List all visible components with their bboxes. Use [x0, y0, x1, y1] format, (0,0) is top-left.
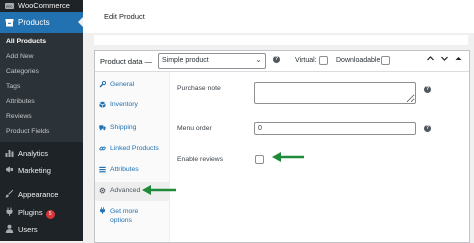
tab-general[interactable]: General: [95, 80, 169, 93]
virtual-label: Virtual:: [295, 57, 317, 64]
menu-analytics-label: Analytics: [18, 149, 49, 158]
menu-users[interactable]: Users: [0, 222, 83, 236]
editor-box-edge: [94, 35, 468, 45]
menu-woocommerce-label: WooCommerce: [18, 1, 70, 10]
truck-icon: [99, 124, 106, 133]
enable-reviews-checkbox[interactable]: [255, 155, 264, 164]
submenu-reviews[interactable]: Reviews: [6, 113, 32, 120]
product-data-header: Product data — Simple product ⌄ ? Virtua…: [95, 51, 469, 72]
menu-plugins[interactable]: Plugins 5: [0, 205, 83, 219]
purchase-note-help-icon[interactable]: ?: [424, 86, 431, 93]
product-data-tabs: General Inventory Shipping Linked Produc…: [95, 72, 170, 242]
get-more-line2: options: [110, 217, 132, 224]
svg-text:woo: woo: [6, 5, 12, 9]
tab-attributes[interactable]: Attributes: [95, 166, 169, 178]
submenu-categories[interactable]: Categories: [6, 68, 39, 75]
menu-order-help-icon[interactable]: ?: [424, 125, 431, 132]
menu-order-label: Menu order: [177, 125, 212, 132]
arrow-annotation-reviews: [272, 152, 304, 162]
menu-products[interactable]: Products: [0, 12, 83, 33]
inventory-icon: [99, 101, 106, 110]
bar-chart-icon: [5, 148, 14, 157]
virtual-checkbox[interactable]: [319, 56, 328, 65]
paintbrush-icon: [5, 189, 14, 198]
page-header: Edit Product: [83, 0, 474, 33]
tab-inventory-label: Inventory: [110, 101, 138, 108]
woocommerce-icon: woo: [5, 2, 14, 11]
menu-woocommerce[interactable]: woo WooCommerce: [0, 0, 83, 12]
menu-users-label: Users: [18, 225, 38, 234]
downloadable-checkbox[interactable]: [381, 56, 390, 65]
users-icon: [5, 224, 14, 233]
product-data-panel: Product data — Simple product ⌄ ? Virtua…: [94, 50, 470, 243]
tab-get-more-options[interactable]: Get more options: [95, 207, 169, 229]
menu-appearance-label: Appearance: [18, 190, 59, 199]
menu-appearance[interactable]: Appearance: [0, 187, 83, 201]
tab-linked-products[interactable]: Linked Products: [95, 145, 169, 157]
arrow-annotation-advanced: [142, 185, 176, 195]
tab-shipping-label: Shipping: [110, 124, 137, 131]
move-up-icon[interactable]: [426, 54, 435, 65]
menu-marketing-label: Marketing: [18, 166, 51, 175]
menu-plugins-label: Plugins 5: [18, 208, 55, 219]
submenu-all-products[interactable]: All Products: [6, 38, 46, 45]
help-icon[interactable]: ?: [273, 56, 280, 63]
wrench-icon: [99, 80, 107, 90]
submenu-product-fields[interactable]: Product Fields: [6, 128, 49, 135]
purchase-note-textarea[interactable]: [254, 82, 416, 104]
link-icon: [99, 145, 106, 154]
plugins-update-badge: 5: [45, 210, 55, 219]
tab-advanced-label: Advanced: [110, 187, 141, 194]
chevron-down-icon: ⌄: [255, 55, 262, 64]
move-down-icon[interactable]: [440, 54, 449, 65]
megaphone-icon: [5, 165, 14, 174]
product-type-select[interactable]: Simple product ⌄: [158, 53, 266, 69]
submenu-attributes[interactable]: Attributes: [6, 98, 35, 105]
enable-reviews-label: Enable reviews: [177, 156, 224, 163]
tab-get-more-options-label: Get more options: [110, 207, 138, 225]
menu-plugins-text: Plugins: [18, 208, 43, 217]
list-icon: [99, 166, 106, 175]
get-more-line1: Get more: [110, 208, 139, 215]
menu-products-label: Products: [18, 18, 50, 27]
collapse-toggle-icon[interactable]: [454, 54, 463, 65]
menu-marketing[interactable]: Marketing: [0, 163, 83, 177]
products-submenu: All Products Add New Categories Tags Att…: [0, 33, 83, 142]
plugin-icon: [99, 207, 106, 216]
plug-icon: [5, 207, 14, 216]
menu-analytics[interactable]: Analytics: [0, 146, 83, 160]
submenu-add-new[interactable]: Add New: [6, 53, 34, 60]
archive-icon: [5, 18, 14, 27]
tab-attributes-label: Attributes: [110, 166, 139, 173]
tab-shipping[interactable]: Shipping: [95, 124, 169, 136]
tab-inventory[interactable]: Inventory: [95, 101, 169, 113]
menu-order-input[interactable]: 0: [254, 122, 416, 135]
tab-linked-products-label: Linked Products: [110, 145, 159, 152]
tab-general-label: General: [110, 81, 135, 88]
downloadable-label: Downloadable:: [336, 57, 383, 64]
submenu-tags[interactable]: Tags: [6, 83, 20, 90]
product-data-label: Product data —: [100, 57, 153, 66]
product-type-value: Simple product: [162, 57, 209, 64]
gear-icon: [99, 187, 106, 196]
page-title: Edit Product: [104, 12, 145, 21]
purchase-note-label: Purchase note: [177, 85, 221, 92]
admin-sidebar: woo WooCommerce Products All Products Ad…: [0, 0, 83, 241]
